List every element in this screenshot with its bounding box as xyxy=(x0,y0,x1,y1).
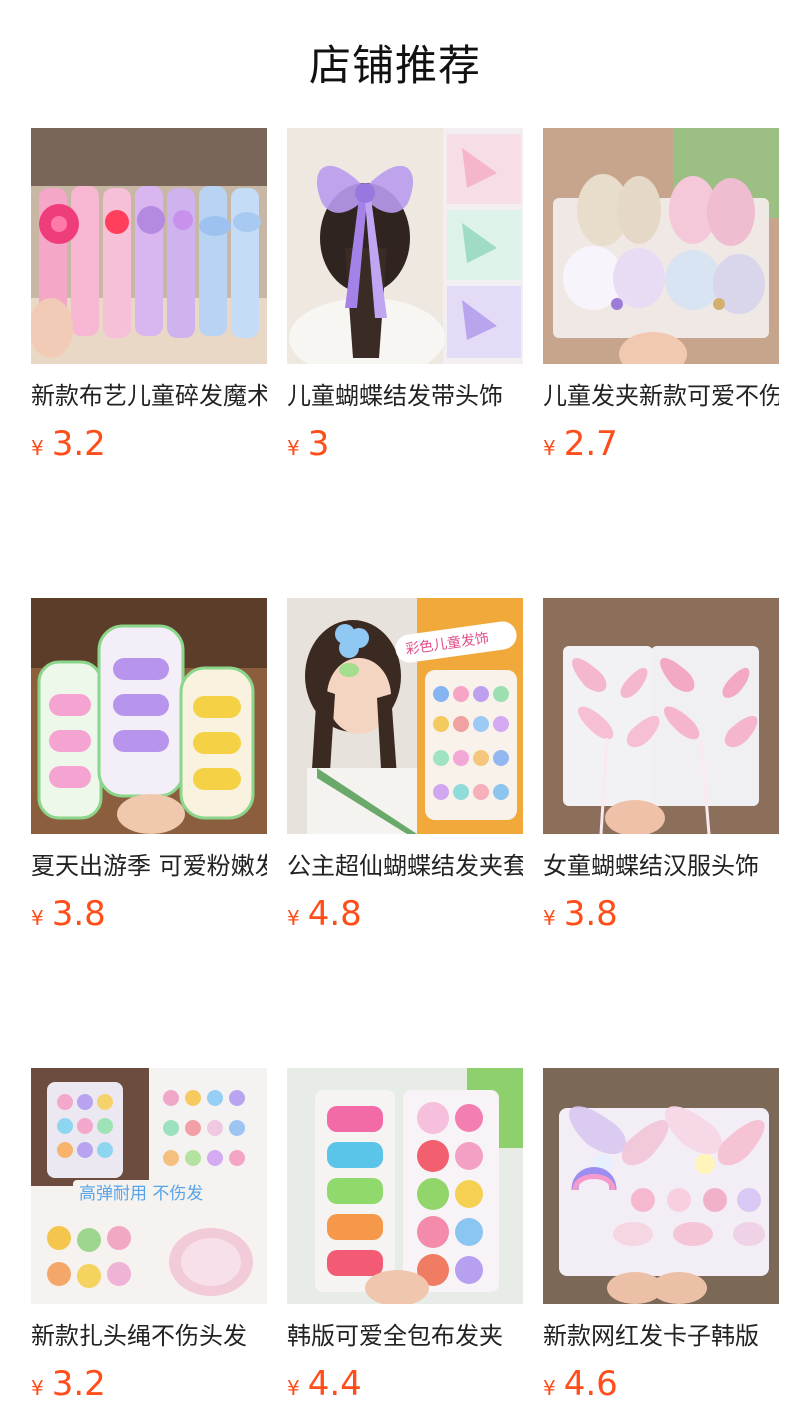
product-image[interactable] xyxy=(287,128,523,364)
currency-symbol: ¥ xyxy=(287,1376,300,1400)
product-image[interactable]: 高弹耐用 不伤发 xyxy=(31,1068,267,1304)
price-amount: 4.4 xyxy=(307,1364,362,1404)
product-price: ¥ 3.2 xyxy=(31,1362,267,1406)
product-image[interactable] xyxy=(543,1068,779,1304)
currency-symbol: ¥ xyxy=(287,436,300,460)
product-image-graphic xyxy=(31,128,267,364)
product-image[interactable] xyxy=(31,598,267,834)
product-card[interactable]: 韩版可爱全包布发夹 ¥ 4.4 xyxy=(287,1068,523,1406)
product-image[interactable] xyxy=(31,128,267,364)
price-amount: 3.2 xyxy=(51,1364,106,1404)
product-card[interactable]: 儿童发夹新款可爱不伤发 ¥ 2.7 xyxy=(543,128,779,466)
product-name[interactable]: 新款网红发卡子韩版 xyxy=(543,1320,779,1352)
product-image-graphic xyxy=(543,1068,779,1304)
product-grid: 新款布艺儿童碎发魔术贴 ¥ 3.2 xyxy=(31,128,781,1406)
product-name[interactable]: 女童蝴蝶结汉服头饰 xyxy=(543,850,779,882)
price-amount: 4.8 xyxy=(307,894,362,934)
product-price: ¥ 2.7 xyxy=(543,422,779,466)
product-image[interactable] xyxy=(543,598,779,834)
product-image-graphic: 彩色儿童发饰 xyxy=(287,598,523,834)
product-card[interactable]: 高弹耐用 不伤发 新款扎头绳不伤头发 ¥ 3.2 xyxy=(31,1068,267,1406)
price-amount: 3.8 xyxy=(563,894,618,934)
product-card[interactable]: 夏天出游季 可爱粉嫩发夹 ¥ 3.8 xyxy=(31,598,267,936)
product-price: ¥ 3.8 xyxy=(31,892,267,936)
product-image[interactable]: 彩色儿童发饰 xyxy=(287,598,523,834)
product-image[interactable] xyxy=(287,1068,523,1304)
product-image-graphic xyxy=(543,598,779,834)
product-name[interactable]: 新款扎头绳不伤头发 xyxy=(31,1320,267,1352)
product-image-graphic xyxy=(287,1068,523,1304)
image-badge-text: 高弹耐用 不伤发 xyxy=(79,1184,203,1204)
currency-symbol: ¥ xyxy=(543,436,556,460)
product-price: ¥ 4.4 xyxy=(287,1362,523,1406)
product-price: ¥ 4.8 xyxy=(287,892,523,936)
currency-symbol: ¥ xyxy=(543,906,556,930)
price-amount: 2.7 xyxy=(563,424,618,464)
product-name[interactable]: 儿童发夹新款可爱不伤发 xyxy=(543,380,779,412)
product-card[interactable]: 彩色儿童发饰 公主超仙蝴蝶结发夹套 ¥ 4.8 xyxy=(287,598,523,936)
product-price: ¥ 4.6 xyxy=(543,1362,779,1406)
currency-symbol: ¥ xyxy=(31,1376,44,1400)
currency-symbol: ¥ xyxy=(31,906,44,930)
page-title: 店铺推荐 xyxy=(308,41,481,90)
price-amount: 3.8 xyxy=(51,894,106,934)
product-name[interactable]: 新款布艺儿童碎发魔术贴 xyxy=(31,380,267,412)
product-name[interactable]: 儿童蝴蝶结发带头饰 xyxy=(287,380,523,412)
product-price: ¥ 3.8 xyxy=(543,892,779,936)
product-name[interactable]: 韩版可爱全包布发夹 xyxy=(287,1320,523,1352)
product-card[interactable]: 女童蝴蝶结汉服头饰 ¥ 3.8 xyxy=(543,598,779,936)
shop-recommendation-page: 店铺推荐 新款布艺儿童碎发魔术 ¥ 3.2 儿童蝴蝶结发带头饰 ¥ 3 儿童发夹… xyxy=(0,0,790,1404)
product-price: ¥ 3.2 xyxy=(31,422,267,466)
price-amount: 4.6 xyxy=(563,1364,618,1404)
product-name[interactable]: 夏天出游季 可爱粉嫩发夹 xyxy=(31,850,267,882)
product-card[interactable]: 儿童蝴蝶结发带头饰 ¥ 3 xyxy=(287,128,523,466)
product-image-graphic: 高弹耐用 不伤发 xyxy=(31,1068,267,1304)
price-amount: 3 xyxy=(307,424,330,464)
product-name[interactable]: 公主超仙蝴蝶结发夹套装 xyxy=(287,850,523,882)
product-image-graphic xyxy=(287,128,523,364)
product-image-graphic xyxy=(543,128,779,364)
product-image[interactable] xyxy=(543,128,779,364)
product-image-graphic xyxy=(31,598,267,834)
product-price: ¥ 3 xyxy=(287,422,523,466)
currency-symbol: ¥ xyxy=(287,906,300,930)
currency-symbol: ¥ xyxy=(543,1376,556,1400)
product-card[interactable]: 新款网红发卡子韩版 ¥ 4.6 xyxy=(543,1068,779,1406)
currency-symbol: ¥ xyxy=(31,436,44,460)
product-card[interactable]: 新款布艺儿童碎发魔术贴 ¥ 3.2 xyxy=(31,128,267,466)
price-amount: 3.2 xyxy=(51,424,106,464)
